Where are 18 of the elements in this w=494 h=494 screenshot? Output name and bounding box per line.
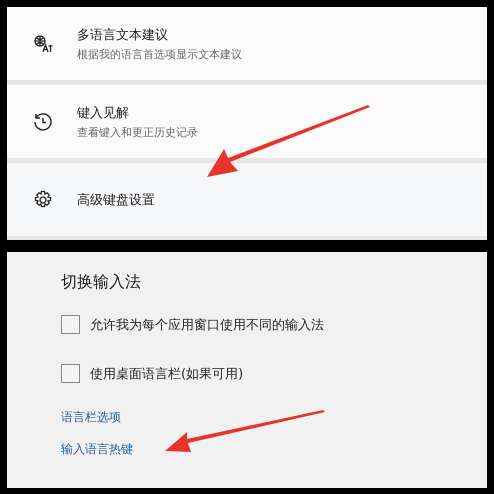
translate-icon	[33, 34, 53, 54]
item-description: 根据我的语言首选项显示文本建议	[77, 46, 242, 62]
history-icon	[33, 112, 53, 132]
checkbox[interactable]	[61, 364, 80, 383]
settings-item[interactable]: 键入见解 查看键入和更正历史记录	[7, 85, 487, 158]
link[interactable]: 语言栏选项	[61, 409, 121, 426]
settings-item[interactable]: 高级键盘设置	[7, 163, 487, 236]
checkbox[interactable]	[61, 315, 80, 334]
item-title: 键入见解	[77, 104, 130, 122]
settings-icon	[33, 190, 53, 210]
item-title: 高级键盘设置	[77, 192, 155, 208]
section-heading: 切换输入法	[61, 272, 142, 293]
item-description: 查看键入和更正历史记录	[77, 124, 198, 140]
item-title: 多语言文本建议	[77, 26, 169, 44]
checkbox-label[interactable]: 允许我为每个应用窗口使用不同的输入法	[90, 316, 324, 334]
link[interactable]: 输入语言热键	[61, 441, 133, 458]
settings-item[interactable]: 多语言文本建议 根据我的语言首选项显示文本建议	[7, 7, 487, 80]
checkbox-label[interactable]: 使用桌面语言栏(如果可用)	[90, 364, 244, 382]
